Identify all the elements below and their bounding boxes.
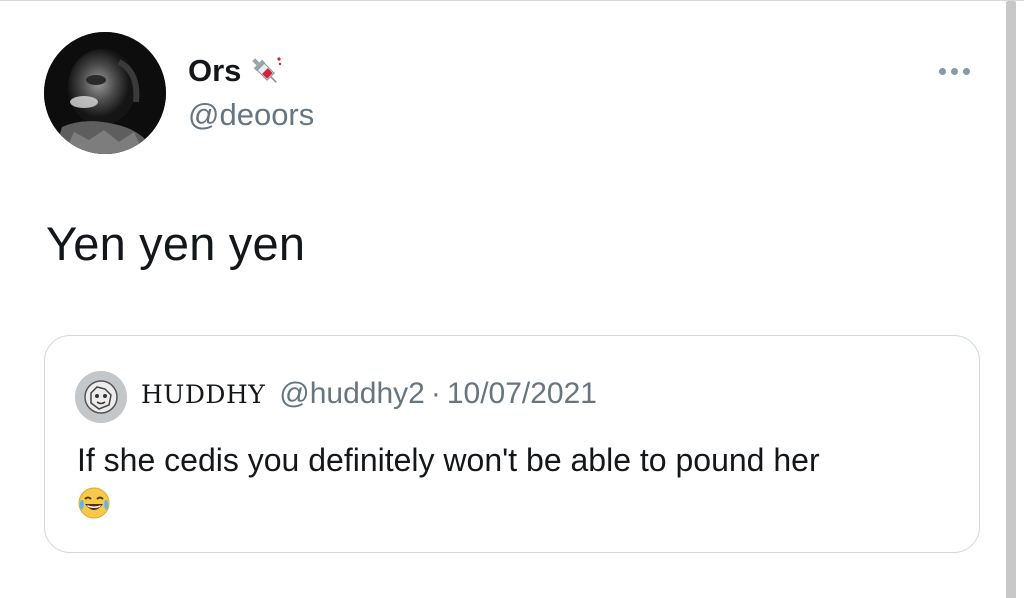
quoted-author-handle[interactable]: @huddhy2 — [279, 377, 425, 411]
face-with-tears-of-joy-icon — [77, 486, 111, 520]
quoted-tweet-text: If she cedis you definitely won't be abl… — [77, 442, 820, 478]
quoted-tweet-card[interactable]: HUDDHY @huddhy2 · 10/07/2021 If she cedi… — [44, 335, 980, 553]
author-name-text: Ors — [188, 53, 242, 88]
quoted-author-avatar[interactable] — [75, 371, 127, 423]
more-icon — [938, 67, 946, 75]
author-display-name[interactable]: Ors — [188, 53, 283, 89]
tweet-view: Ors @deoors Yen yen yen HUDDHY @huddhy2 … — [0, 0, 1024, 598]
syringe-icon — [247, 53, 283, 89]
more-icon-dot — [950, 67, 958, 75]
header-separator: · — [430, 377, 441, 410]
scrollbar[interactable] — [1006, 1, 1016, 598]
author-avatar[interactable] — [44, 32, 166, 154]
more-options-button[interactable] — [930, 59, 978, 83]
author-handle[interactable]: @deoors — [188, 97, 314, 133]
tweet-text: Yen yen yen — [46, 217, 306, 270]
more-icon-dot — [962, 67, 970, 75]
quoted-tweet-date[interactable]: 10/07/2021 — [447, 377, 597, 411]
quoted-author-name[interactable]: HUDDHY — [141, 380, 265, 409]
quoted-tweet-header: HUDDHY @huddhy2 · 10/07/2021 — [141, 377, 597, 411]
quoted-tweet-text-block: If she cedis you definitely won't be abl… — [77, 440, 957, 520]
